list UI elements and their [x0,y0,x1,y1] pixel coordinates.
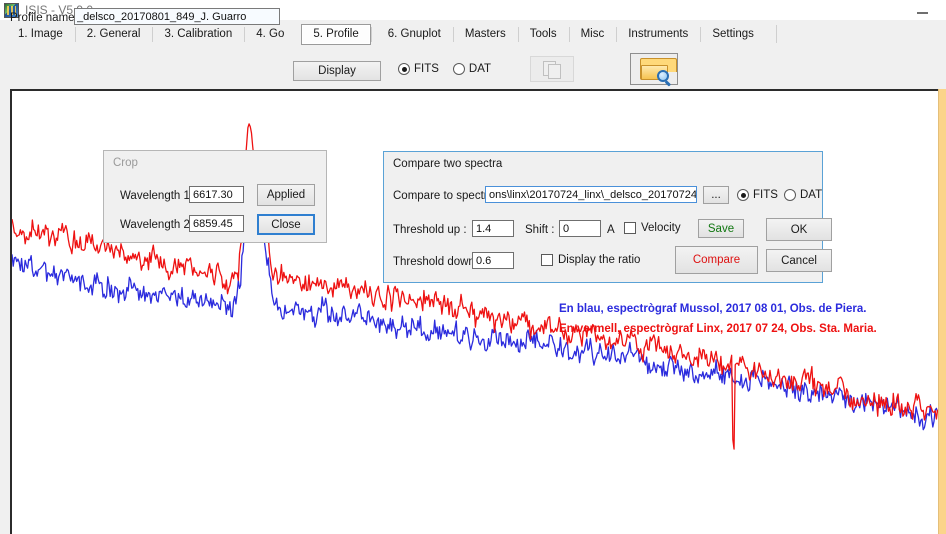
cancel-button[interactable]: Cancel [766,249,832,272]
profile-name-input[interactable] [74,8,280,25]
profile-name-label: Profile name : [10,12,81,24]
compare-panel-title: Compare two spectra [393,158,502,170]
browse-folder-button[interactable] [630,53,678,85]
legend-blue-annotation: En blau, espectrògraf Mussol, 2017 08 01… [559,303,866,315]
tab-profile[interactable]: 5. Profile [301,24,370,45]
radio-fits[interactable]: FITS [398,63,439,75]
crop-panel-title: Crop [113,157,138,169]
tab-calibration[interactable]: 3. Calibration [152,24,244,45]
tab-tools[interactable]: Tools [518,24,569,45]
compare-radio-dat-label: DAT [800,189,822,201]
threshold-up-label: Threshold up : [393,224,467,236]
file-format-radio-group: FITS DAT [398,63,491,75]
velocity-checkbox-box [624,222,636,234]
crop-close-button[interactable]: Close [257,214,315,235]
radio-dat-indicator [453,63,465,75]
minimize-button[interactable] [908,2,936,18]
radio-dat[interactable]: DAT [453,63,491,75]
compare-browse-button[interactable]: ... [703,186,729,204]
shift-input[interactable]: 0 [559,220,601,237]
compare-radio-fits-label: FITS [753,189,778,201]
copy-button[interactable] [530,56,574,82]
isis-application-window: ISIS - V5.9.0 1. Image 2. General 3. Cal… [0,0,946,534]
tab-strip-divider [776,25,777,43]
compare-radio-fits-indicator [737,189,749,201]
velocity-label: Velocity [641,222,681,234]
wavelength1-label: Wavelength 1 : [120,190,196,202]
compare-panel: Compare two spectra Compare to spectrum … [383,151,823,283]
display-ratio-checkbox[interactable]: Display the ratio [541,254,640,266]
tab-instruments[interactable]: Instruments [616,24,700,45]
velocity-checkbox[interactable]: Velocity [624,222,681,234]
compare-radio-dat-indicator [784,189,796,201]
shift-unit-label: A [607,224,615,236]
threshold-up-input[interactable]: 1.4 [472,220,514,237]
compare-button[interactable]: Compare [675,246,758,274]
crop-applied-button[interactable]: Applied [257,184,315,206]
compare-spectrum-input[interactable]: ons\linx\20170724_linx\_delsco_20170724_… [485,186,697,203]
radio-fits-label: FITS [414,63,439,75]
display-ratio-label: Display the ratio [558,254,640,266]
folder-search-icon [640,58,668,80]
radio-fits-indicator [398,63,410,75]
radio-dat-label: DAT [469,63,491,75]
compare-radio-fits[interactable]: FITS [737,189,778,201]
shift-label: Shift : [525,224,554,236]
threshold-down-input[interactable]: 0.6 [472,252,514,269]
tab-gnuplot[interactable]: 6. Gnuplot [376,24,453,45]
legend-red-annotation: En vermell, espectrògraf Linx, 2017 07 2… [559,323,877,335]
display-button[interactable]: Display [293,61,381,81]
compare-radio-dat[interactable]: DAT [784,189,822,201]
crop-panel: Crop Wavelength 1 : 6617.30 Wavelength 2… [103,150,327,243]
tab-general[interactable]: 2. General [75,24,153,45]
tab-misc[interactable]: Misc [569,24,617,45]
tab-masters[interactable]: Masters [453,24,518,45]
wavelength1-input[interactable]: 6617.30 [189,186,244,203]
display-ratio-checkbox-box [541,254,553,266]
threshold-down-label: Threshold down : [393,256,481,268]
tab-image[interactable]: 1. Image [6,24,75,45]
save-button[interactable]: Save [698,219,744,238]
wavelength2-label: Wavelength 2 : [120,219,196,231]
ok-button[interactable]: OK [766,218,832,241]
wavelength2-input[interactable]: 6859.45 [189,215,244,232]
right-rail [938,89,946,534]
tab-go[interactable]: 4. Go [244,24,296,45]
copy-icon [543,61,561,77]
tab-settings[interactable]: Settings [700,24,766,45]
